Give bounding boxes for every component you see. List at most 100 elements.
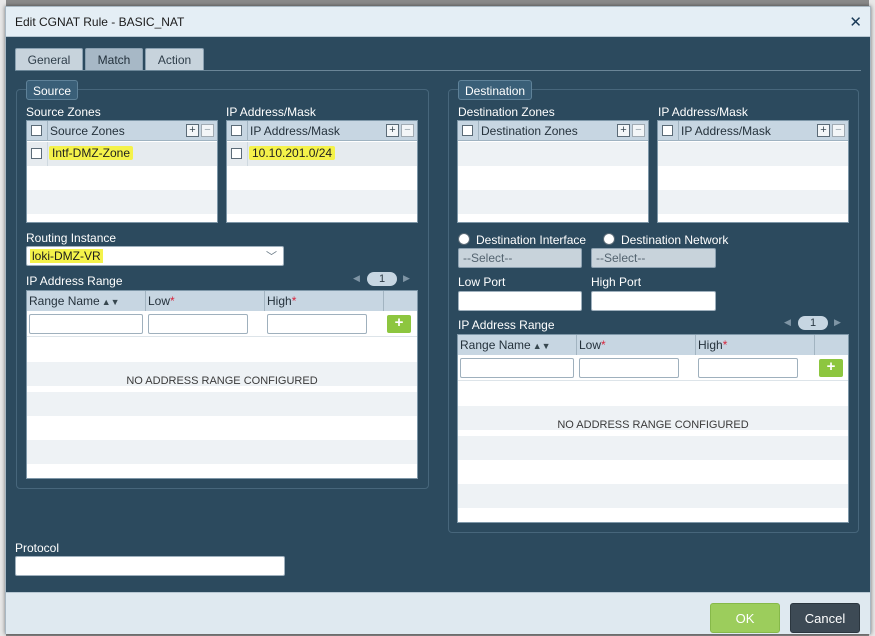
table-row: [658, 166, 848, 190]
grid-header: Destination Zones + −: [458, 121, 648, 141]
required-marker: *: [170, 294, 175, 308]
add-zone-plus-icon[interactable]: +: [186, 124, 199, 137]
source-range-table: Range Name ▲▼ Low* High* + NO ADDRESS RAN…: [26, 290, 418, 479]
table-row: [458, 190, 648, 214]
destination-ip-grid: IP Address/Mask + −: [657, 120, 849, 223]
tab-divider: [15, 70, 861, 71]
remove-ip-minus-icon[interactable]: −: [401, 124, 414, 137]
next-page-icon[interactable]: ▶: [834, 317, 841, 328]
zone-cell: Intf-DMZ-Zone: [49, 146, 134, 160]
list-item: [458, 382, 848, 406]
next-page-icon[interactable]: ▶: [403, 273, 410, 284]
range-high-input[interactable]: [267, 314, 367, 334]
add-ip-plus-icon[interactable]: +: [386, 124, 399, 137]
select-all-checkbox[interactable]: [231, 125, 242, 136]
edit-cgnat-rule-dialog: Edit CGNAT Rule - BASIC_NAT ✕ General Ma…: [5, 6, 871, 634]
tab-general[interactable]: General: [15, 48, 83, 70]
required-marker: *: [601, 338, 606, 352]
range-high-input[interactable]: [698, 358, 798, 378]
list-item: [458, 436, 848, 460]
high-header: High: [698, 338, 723, 352]
destination-zones-grid: Destination Zones + −: [457, 120, 649, 223]
range-name-header: Range Name: [29, 294, 100, 308]
close-icon[interactable]: ✕: [849, 13, 862, 31]
destination-network-radio[interactable]: [603, 233, 615, 245]
destination-interface-label: Destination Interface: [476, 233, 587, 247]
column-separator: [247, 121, 248, 141]
cancel-button[interactable]: Cancel: [790, 603, 860, 633]
select-all-checkbox[interactable]: [462, 125, 473, 136]
add-zone-plus-icon[interactable]: +: [617, 124, 630, 137]
column-header-low: Low*: [146, 291, 265, 311]
column-separator: [247, 142, 248, 166]
sort-icon: ▲▼: [532, 341, 551, 351]
list-item: [27, 338, 417, 362]
range-name-header: Range Name: [460, 338, 531, 352]
remove-zone-minus-icon[interactable]: −: [201, 124, 214, 137]
tab-match[interactable]: Match: [85, 48, 143, 70]
ip-cell: 10.10.201.0/24: [249, 146, 336, 160]
remove-ip-minus-icon[interactable]: −: [832, 124, 845, 137]
list-item: [458, 460, 848, 484]
routing-instance-select[interactable]: loki-DMZ-VR ﹀: [26, 246, 284, 266]
dialog-footer: OK Cancel: [6, 592, 870, 634]
low-header: Low: [148, 294, 171, 308]
destination-ip-label: IP Address/Mask: [658, 105, 748, 119]
select-placeholder: --Select--: [596, 251, 646, 265]
row-checkbox[interactable]: [31, 148, 42, 159]
column-separator: [47, 142, 48, 166]
column-header-range-name[interactable]: Range Name ▲▼: [27, 291, 146, 311]
table-row: [27, 166, 217, 190]
source-range-pager: ◀ 1 ▶: [353, 272, 413, 286]
select-placeholder: --Select--: [463, 251, 513, 265]
destination-zones-label: Destination Zones: [458, 105, 555, 119]
range-input-row: +: [458, 355, 848, 381]
column-header-high: High*: [696, 335, 815, 355]
column-header-low: Low*: [577, 335, 696, 355]
high-header: High: [267, 294, 292, 308]
source-range-label: IP Address Range: [26, 274, 123, 288]
list-item: [458, 484, 848, 508]
tab-action[interactable]: Action: [145, 48, 204, 70]
add-range-button[interactable]: +: [819, 359, 843, 377]
range-header: Range Name ▲▼ Low* High*: [458, 335, 848, 355]
list-item: [27, 440, 417, 464]
remove-zone-minus-icon[interactable]: −: [632, 124, 645, 137]
table-row[interactable]: Intf-DMZ-Zone: [27, 142, 217, 166]
destination-legend: Destination: [458, 80, 533, 100]
select-all-checkbox[interactable]: [662, 125, 673, 136]
table-row: [658, 190, 848, 214]
prev-page-icon[interactable]: ◀: [784, 317, 791, 328]
range-header: Range Name ▲▼ Low* High*: [27, 291, 417, 311]
ok-button[interactable]: OK: [710, 603, 780, 633]
table-row: [27, 190, 217, 214]
range-name-input[interactable]: [460, 358, 574, 378]
add-range-button[interactable]: +: [387, 315, 411, 333]
range-low-input[interactable]: [148, 314, 248, 334]
destination-range-pager: ◀ 1 ▶: [784, 316, 844, 330]
destination-network-label: Destination Network: [621, 233, 729, 247]
protocol-input[interactable]: [15, 556, 285, 576]
destination-network-select[interactable]: --Select--: [591, 248, 716, 268]
high-port-input[interactable]: [591, 291, 716, 311]
select-all-checkbox[interactable]: [31, 125, 42, 136]
destination-interface-select[interactable]: --Select--: [458, 248, 582, 268]
range-name-input[interactable]: [29, 314, 143, 334]
column-header-ip-address: IP Address/Mask: [681, 124, 771, 138]
sort-icon: ▲▼: [101, 297, 120, 307]
grid-header: IP Address/Mask + −: [227, 121, 417, 141]
column-separator: [47, 121, 48, 141]
required-marker: *: [291, 294, 297, 308]
prev-page-icon[interactable]: ◀: [353, 273, 360, 284]
row-checkbox[interactable]: [231, 148, 242, 159]
dialog-titlebar: Edit CGNAT Rule - BASIC_NAT ✕: [6, 7, 870, 37]
add-ip-plus-icon[interactable]: +: [817, 124, 830, 137]
low-port-input[interactable]: [458, 291, 582, 311]
range-low-input[interactable]: [579, 358, 679, 378]
dialog-title: Edit CGNAT Rule - BASIC_NAT: [15, 15, 185, 29]
column-header-range-name[interactable]: Range Name ▲▼: [458, 335, 577, 355]
source-zones-grid: Source Zones + − Intf-DMZ-Zone: [26, 120, 218, 223]
destination-interface-radio[interactable]: [458, 233, 470, 245]
table-row[interactable]: 10.10.201.0/24: [227, 142, 417, 166]
chevron-down-icon: ﹀: [266, 251, 277, 263]
